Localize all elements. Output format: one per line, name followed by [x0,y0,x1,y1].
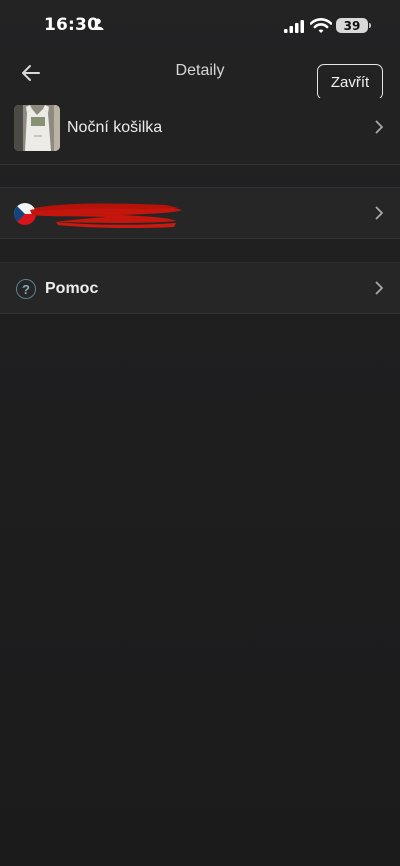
chevron-right-icon [375,206,383,220]
chevron-right-icon [375,281,383,295]
redaction-mark [30,203,182,229]
close-button[interactable]: Zavřít [317,64,383,100]
account-row[interactable] [0,187,400,239]
signal-icon [284,20,304,33]
battery-level: 39 [343,18,361,33]
help-row[interactable]: ? Pomoc [0,262,400,314]
battery-indicator: 39 [336,18,368,33]
product-thumbnail [14,105,60,151]
person-icon [92,18,104,30]
chevron-right-icon [375,120,383,134]
help-label: Pomoc [45,280,99,297]
product-name: Noční košilka [67,119,163,136]
status-bar: 16:30 39 [0,0,400,50]
header: Detaily Zavřít [0,52,400,100]
screen: 16:30 39 Detaily Zavřít Noční košilka ? … [0,0,400,866]
help-icon: ? [16,279,36,299]
wifi-icon [310,18,332,33]
product-image [14,105,60,151]
battery-tip [369,23,371,28]
status-time: 16:30 [44,15,100,35]
product-row[interactable]: Noční košilka [0,98,400,165]
